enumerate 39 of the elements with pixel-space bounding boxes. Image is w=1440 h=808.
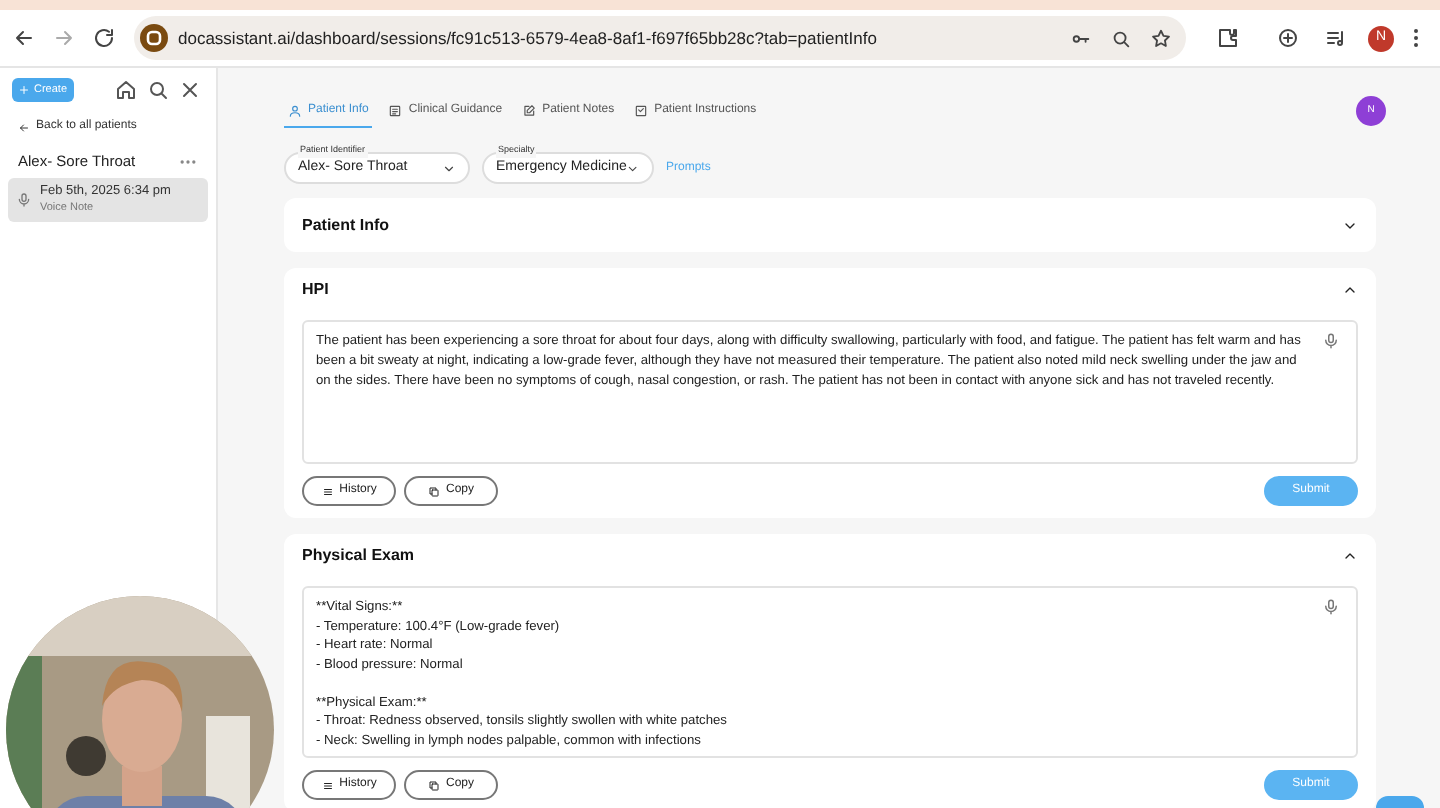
microphone-icon xyxy=(1322,332,1340,350)
reload-icon xyxy=(92,26,116,50)
microphone-icon xyxy=(16,192,32,209)
chevron-up-icon xyxy=(1342,548,1358,564)
edit-icon xyxy=(522,103,537,117)
checklist-icon xyxy=(634,103,649,117)
text-area[interactable] xyxy=(302,320,1358,464)
back-icon xyxy=(12,26,36,50)
copy-icon xyxy=(427,485,440,497)
search-icon xyxy=(146,78,170,102)
star-icon xyxy=(1150,27,1172,49)
person-icon xyxy=(288,103,302,117)
list-icon xyxy=(388,103,403,117)
url-text: docassistant.ai/dashboard/sessions/fc91c513-6579-4ea8-8af1-f697f65bb28c?tab=patientInfo xyxy=(178,25,879,51)
search-button[interactable] xyxy=(144,76,172,104)
chevron-down-icon xyxy=(626,161,640,175)
microphone-icon xyxy=(1322,598,1340,616)
section-title: Physical Exam xyxy=(302,544,415,568)
chevron-up-icon xyxy=(1342,282,1358,298)
media-icon xyxy=(1324,26,1348,50)
section-title: Patient Info xyxy=(302,213,390,237)
zoom-icon xyxy=(1110,27,1132,49)
list-icon xyxy=(321,485,334,497)
extensions-icon xyxy=(1216,26,1240,50)
list-icon xyxy=(321,779,334,791)
plus-icon xyxy=(18,84,30,96)
shortcut-icon xyxy=(1276,26,1300,50)
section-title: HPI xyxy=(302,278,329,302)
chevron-down-icon xyxy=(442,161,456,175)
close-icon xyxy=(178,78,202,102)
section-toggle[interactable] xyxy=(1342,282,1358,298)
site-icon xyxy=(140,24,168,52)
home-button[interactable] xyxy=(112,76,140,104)
address-bar[interactable]: docassistant.ai/dashboard/sessions/fc91c513-6579-4ea8-8af1-f697f65bb28c?tab=patientInfo xyxy=(134,16,1186,60)
copy-icon xyxy=(427,779,440,791)
forward-icon xyxy=(52,26,76,50)
arrow-left-icon xyxy=(18,121,30,133)
home-icon xyxy=(114,78,138,102)
section-toggle[interactable] xyxy=(1342,548,1358,564)
